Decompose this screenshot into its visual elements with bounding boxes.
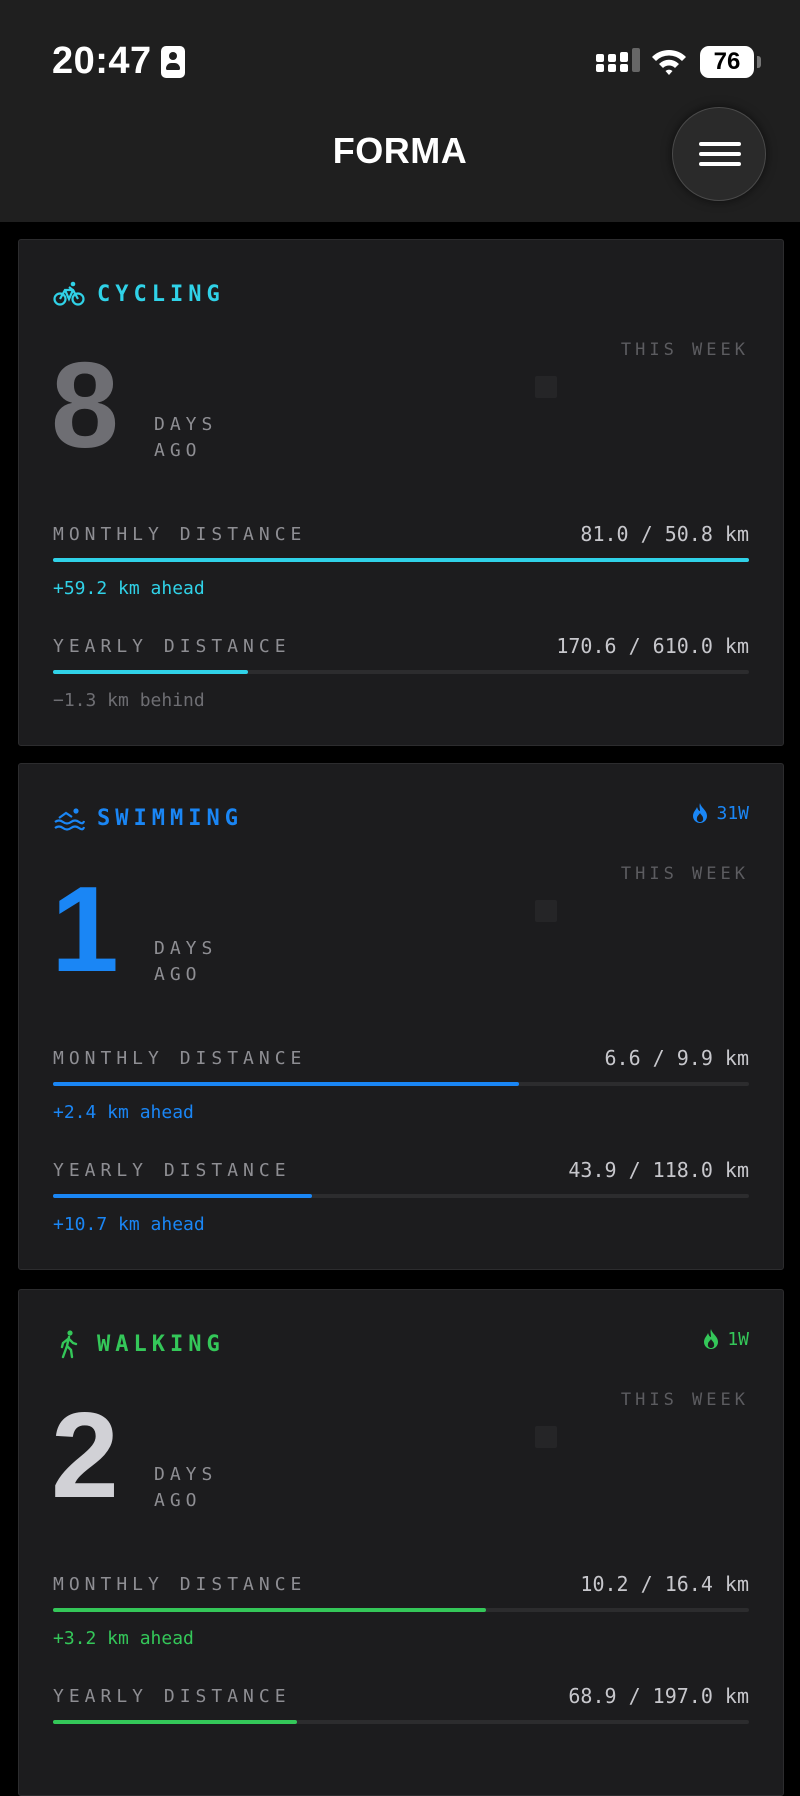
battery-indicator: 76 [700,46,761,78]
monthly-distance-label: MONTHLY DISTANCE [53,1048,307,1069]
yearly-progress-bar [53,670,749,674]
week-activity-cell [535,1426,557,1448]
days-ago-label: DAYS AGO [154,412,217,464]
this-week-label: THIS WEEK [620,340,749,360]
week-activity-cell [535,376,557,398]
days-label: DAYS [154,1464,218,1485]
sport-name: SWIMMING [97,805,243,831]
top-bar: 20:47 76 FORMA [0,0,800,222]
swimming-icon [54,808,85,831]
id-card-icon [161,46,185,78]
wifi-icon [652,49,686,75]
sport-header: WALKING [53,1324,225,1364]
ago-label: AGO [154,1490,202,1511]
monthly-delta: +2.4 km ahead [53,1102,194,1123]
days-label: DAYS [154,414,218,435]
yearly-delta: +10.7 km ahead [53,1214,205,1235]
streak-badge: 31W [690,802,749,824]
streak-value: 1W [727,1328,749,1350]
yearly-distance-label: YEARLY DISTANCE [53,1160,291,1181]
yearly-distance-value: 43.9 / 118.0 km [568,1158,749,1182]
yearly-progress-fill [53,1720,297,1724]
menu-icon-line [699,142,741,146]
monthly-delta: +59.2 km ahead [53,578,205,599]
menu-icon-line [699,162,741,166]
monthly-distance-label: MONTHLY DISTANCE [53,524,307,545]
monthly-progress-bar [53,558,749,562]
monthly-progress-fill [53,1608,486,1612]
monthly-progress-fill [53,1082,520,1086]
monthly-distance-value: 10.2 / 16.4 km [580,1572,749,1596]
cellular-signal-icon [596,48,640,72]
monthly-progress-fill [53,558,749,562]
days-since-count: 1 [51,861,119,997]
days-since-count: 2 [51,1387,119,1523]
sport-card-walking[interactable]: WALKING 1W THIS WEEK 2 DAYS AGO MONTHLY … [18,1289,784,1796]
yearly-distance-value: 170.6 / 610.0 km [556,634,749,658]
yearly-delta: −1.3 km behind [53,690,205,711]
monthly-progress-bar [53,1608,749,1612]
days-ago-label: DAYS AGO [154,936,217,988]
menu-button[interactable] [672,107,766,201]
streak-value: 31W [716,802,749,824]
days-label: DAYS [154,938,218,959]
ago-label: AGO [154,440,202,461]
sport-name: CYCLING [97,281,225,307]
sport-name: WALKING [97,1331,225,1357]
week-activity-cell [535,900,557,922]
menu-icon-line [699,152,741,156]
yearly-progress-fill [53,1194,312,1198]
sport-card-cycling[interactable]: CYCLING THIS WEEK 8 DAYS AGO MONTHLY DIS… [18,239,784,746]
yearly-progress-fill [53,670,248,674]
yearly-distance-value: 68.9 / 197.0 km [568,1684,749,1708]
this-week-label: THIS WEEK [620,1390,749,1410]
walking-icon [60,1330,78,1359]
yearly-distance-label: YEARLY DISTANCE [53,636,291,657]
status-time: 20:47 [52,40,152,82]
sport-header: SWIMMING [53,798,243,838]
monthly-distance-value: 6.6 / 9.9 km [604,1046,750,1070]
monthly-distance-label: MONTHLY DISTANCE [53,1574,307,1595]
sport-card-swimming[interactable]: SWIMMING 31W THIS WEEK 1 DAYS AGO MONTHL… [18,763,784,1270]
yearly-progress-bar [53,1194,749,1198]
flame-icon [704,1329,719,1349]
yearly-progress-bar [53,1720,749,1724]
monthly-distance-value: 81.0 / 50.8 km [580,522,749,546]
bicycle-icon [53,281,85,306]
monthly-progress-bar [53,1082,749,1086]
monthly-delta: +3.2 km ahead [53,1628,194,1649]
yearly-distance-label: YEARLY DISTANCE [53,1686,291,1707]
streak-badge: 1W [701,1328,749,1350]
this-week-label: THIS WEEK [620,864,749,884]
days-ago-label: DAYS AGO [154,1462,217,1514]
days-since-count: 8 [51,337,119,473]
sport-header: CYCLING [53,274,225,314]
ago-label: AGO [154,964,202,985]
flame-icon [693,803,708,823]
